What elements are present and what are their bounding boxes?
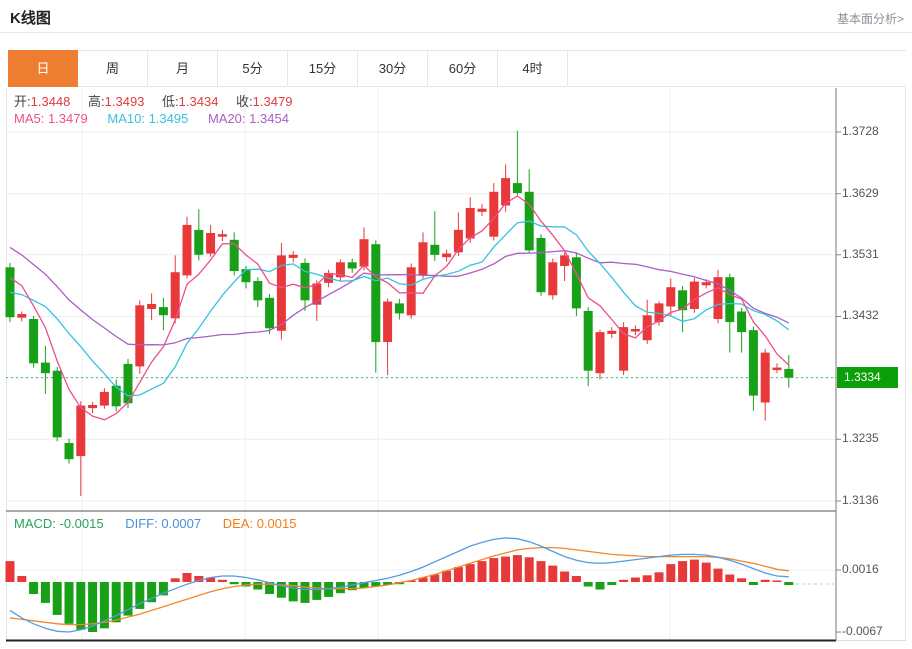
low-label: 低: xyxy=(162,94,179,109)
ohlc-row: 开:1.3448 高:1.3493 低:1.3434 收:1.3479 xyxy=(14,91,306,110)
open-value: 1.3448 xyxy=(30,94,71,109)
macd-axis-label: -0.0067 xyxy=(842,624,883,639)
diff-value: 0.0007 xyxy=(161,516,202,531)
close-label: 收: xyxy=(236,94,253,109)
high-value: 1.3493 xyxy=(104,94,145,109)
macd-histogram xyxy=(5,555,794,632)
ma20-label: MA20: xyxy=(207,111,246,126)
macd-value: -0.0015 xyxy=(59,516,104,531)
price-axis-label: 1.3136 xyxy=(842,492,879,507)
price-axis-label: 1.3235 xyxy=(842,431,879,446)
ma20-value: 1.3454 xyxy=(249,111,289,126)
open-label: 开: xyxy=(14,94,31,109)
ma10-label: MA10: xyxy=(107,111,145,126)
high-label: 高: xyxy=(88,94,105,109)
macd-row: MACD: -0.0015 DIFF: 0.0007 DEA: 0.0015 xyxy=(14,516,314,531)
price-axis-label: 1.3531 xyxy=(842,246,879,261)
ma5-label: MA5: xyxy=(14,111,45,126)
price-axis-label: 1.3629 xyxy=(842,185,879,200)
dea-label: DEA: xyxy=(222,516,254,531)
current-price-badge: 1.3334 xyxy=(837,367,898,388)
dea-value: 0.0015 xyxy=(256,516,297,531)
macd-axis-label: 0.0016 xyxy=(842,562,879,577)
macd-label: MACD: xyxy=(14,516,56,531)
kline-page: K线图 基本面分析> 日周月 5分 15分 30分 60分 4时 开:1.3448 高:1… xyxy=(0,0,912,649)
low-value: 1.3434 xyxy=(178,94,219,109)
price-axis-label: 1.3728 xyxy=(842,124,879,138)
ma5-value: 1.3479 xyxy=(47,111,88,126)
ma-row: MA5: 1.3479 MA10: 1.3495 MA20: 1.3454 xyxy=(14,111,305,126)
diff-label: DIFF: xyxy=(125,516,158,531)
price-axis-label: 1.3432 xyxy=(842,308,879,323)
ma10-value: 1.3495 xyxy=(148,111,189,126)
candles-layer xyxy=(5,130,794,496)
close-value: 1.3479 xyxy=(252,94,293,109)
